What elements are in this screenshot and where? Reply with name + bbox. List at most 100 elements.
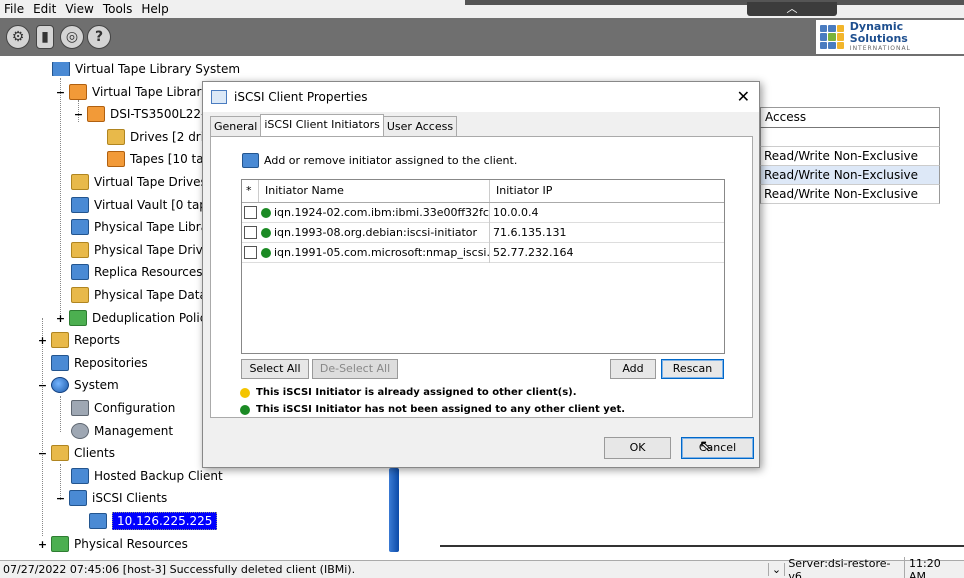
unassigned-status-icon xyxy=(240,404,250,415)
tree-item-physical-tape-libraries[interactable]: Physical Tape Librar xyxy=(71,217,213,237)
row-checkbox[interactable] xyxy=(244,246,257,259)
status-time: 11:20 AM xyxy=(909,556,941,578)
repository-icon xyxy=(51,355,69,371)
tree-item-vtl-system[interactable]: Virtual Tape Library System xyxy=(52,62,240,76)
access-row[interactable]: Read/Write Non-Exclusive xyxy=(760,147,940,166)
chevron-up-icon: ︿ xyxy=(786,2,798,15)
mouse-pointer-icon: ⇖ xyxy=(699,436,713,455)
status-bar: 07/27/2022 07:45:06 [host-3] Successfull… xyxy=(0,556,964,578)
tree-item-iscsi-clients[interactable]: − iSCSI Clients xyxy=(55,488,167,508)
expand-icon[interactable]: + xyxy=(55,312,66,325)
legend-assigned: This iSCSI Initiator is already assigned… xyxy=(240,387,577,398)
column-header-select[interactable]: * xyxy=(242,180,259,202)
unassigned-status-icon xyxy=(261,207,271,218)
tree-item-tapes[interactable]: Tapes [10 tap xyxy=(107,149,211,169)
table-row[interactable]: iqn.1993-08.org.debian:iscsi-initiator 7… xyxy=(242,222,724,243)
tree-item-virtual-tape-libraries[interactable]: − Virtual Tape Libraries xyxy=(55,82,218,102)
row-checkbox[interactable] xyxy=(244,206,257,219)
dedup-icon xyxy=(69,310,87,326)
connect-icon[interactable]: ⚙ xyxy=(6,25,30,49)
dialog-title-bar[interactable]: iSCSI Client Properties xyxy=(203,82,759,112)
intro-line: Add or remove initiator assigned to the … xyxy=(242,153,517,168)
client-icon xyxy=(89,513,107,529)
menu-tools[interactable]: Tools xyxy=(103,2,133,16)
tree-item-reports[interactable]: + Reports xyxy=(37,330,120,350)
menu-view[interactable]: View xyxy=(65,2,93,16)
initiator-ip: 71.6.135.131 xyxy=(493,226,567,239)
access-row[interactable]: Read/Write Non-Exclusive xyxy=(760,166,940,185)
drive-icon xyxy=(71,174,89,190)
expand-icon[interactable]: + xyxy=(37,334,48,347)
tree-item-library-dsi[interactable]: − DSI-TS3500L22-0 xyxy=(73,104,213,124)
access-row[interactable]: Read/Write Non-Exclusive xyxy=(760,185,940,204)
collapse-icon[interactable]: − xyxy=(37,379,48,392)
tree-item-hosted-backup-client[interactable]: Hosted Backup Client xyxy=(71,466,223,486)
tab-user-access[interactable]: User Access xyxy=(382,116,458,136)
column-header-access[interactable]: Access xyxy=(760,107,940,128)
initiator-name: iqn.1924-02.com.ibm:ibmi.33e00ff32fc6... xyxy=(274,206,490,219)
replica-icon xyxy=(71,264,89,280)
library-icon xyxy=(69,84,87,100)
ok-button[interactable]: OK xyxy=(604,437,671,459)
tree-item-clients[interactable]: − Clients xyxy=(37,443,115,463)
panel-divider[interactable] xyxy=(440,545,964,547)
add-button[interactable]: Add xyxy=(610,359,656,379)
unassigned-status-icon xyxy=(261,247,271,258)
brand-sub: INTERNATIONAL xyxy=(849,45,911,52)
initiator-table: * Initiator Name Initiator IP iqn.1924-0… xyxy=(241,179,725,354)
dialog-tabs: General iSCSI Client Initiators User Acc… xyxy=(210,114,458,138)
close-icon[interactable]: ✕ xyxy=(737,87,750,106)
brand-name: Dynamic Solutions xyxy=(849,20,908,45)
menu-edit[interactable]: Edit xyxy=(33,2,56,16)
brand-mark-icon xyxy=(820,25,844,49)
tab-general[interactable]: General xyxy=(210,116,262,136)
tree-item-deduplication-policies[interactable]: + Deduplication Policie xyxy=(55,308,217,328)
tree-item-physical-tape-database[interactable]: Physical Tape Datab xyxy=(71,285,214,305)
deselect-all-button[interactable]: De-Select All xyxy=(312,359,398,379)
initiator-ip: 52.77.232.164 xyxy=(493,246,574,259)
select-all-button[interactable]: Select All xyxy=(241,359,309,379)
iscsi-client-properties-dialog: iSCSI Client Properties ✕ General iSCSI … xyxy=(202,81,760,468)
tape-icon xyxy=(107,151,125,167)
tree-item-management[interactable]: Management xyxy=(71,421,173,441)
rescan-button[interactable]: Rescan xyxy=(661,359,724,379)
column-header-initiator-name[interactable]: Initiator Name xyxy=(259,180,490,202)
server-icon[interactable]: ▮ xyxy=(36,25,54,49)
tree-item-virtual-tape-drives[interactable]: Virtual Tape Drives [8 xyxy=(71,172,223,192)
menu-help[interactable]: Help xyxy=(141,2,168,16)
table-row[interactable]: iqn.1924-02.com.ibm:ibmi.33e00ff32fc6...… xyxy=(242,202,724,223)
collapse-icon[interactable]: − xyxy=(55,492,66,505)
collapse-icon[interactable]: − xyxy=(55,86,66,99)
library-icon xyxy=(87,106,105,122)
menu-file[interactable]: File xyxy=(4,2,24,16)
tree-scroll-thumb[interactable] xyxy=(389,468,399,552)
unassigned-status-icon xyxy=(261,227,271,238)
brand-logo: Dynamic Solutions INTERNATIONAL xyxy=(816,20,964,54)
chevron-down-icon[interactable]: ⌄ xyxy=(767,563,786,576)
tree-item-configuration[interactable]: Configuration xyxy=(71,398,175,418)
collapse-icon[interactable]: − xyxy=(37,447,48,460)
reports-icon xyxy=(51,332,69,348)
tree-item-client-10-126-225-225[interactable]: 10.126.225.225 xyxy=(89,511,218,531)
folder-icon xyxy=(107,129,125,145)
remote-collapse-tab[interactable]: ︿ xyxy=(747,2,837,16)
expand-icon[interactable]: + xyxy=(37,538,48,551)
tree-item-physical-resources[interactable]: + Physical Resources xyxy=(37,534,188,554)
row-checkbox[interactable] xyxy=(244,226,257,239)
legend-unassigned: This iSCSI Initiator has not been assign… xyxy=(240,404,625,415)
initiator-ip: 10.0.0.4 xyxy=(493,206,539,219)
tree-item-replica-resources[interactable]: Replica Resources [ xyxy=(71,262,211,282)
tree-item-physical-tape-drives[interactable]: Physical Tape Drives xyxy=(71,240,216,260)
table-row[interactable]: iqn.1991-05.com.microsoft:nmap_iscsi... … xyxy=(242,242,724,263)
help-icon[interactable]: ? xyxy=(87,25,111,49)
tree-item-repositories[interactable]: Repositories xyxy=(51,353,148,373)
column-header-initiator-ip[interactable]: Initiator IP xyxy=(490,180,724,202)
initiators-tab-panel: Add or remove initiator assigned to the … xyxy=(210,136,753,418)
access-row[interactable] xyxy=(760,128,940,147)
collapse-icon[interactable]: − xyxy=(73,108,84,121)
cancel-button[interactable]: Cancel xyxy=(681,437,754,459)
tree-item-system[interactable]: − System xyxy=(37,375,119,395)
remote-session-strip xyxy=(465,0,964,5)
tab-iscsi-client-initiators[interactable]: iSCSI Client Initiators xyxy=(260,114,384,136)
tape-icon[interactable]: ◎ xyxy=(60,25,84,49)
